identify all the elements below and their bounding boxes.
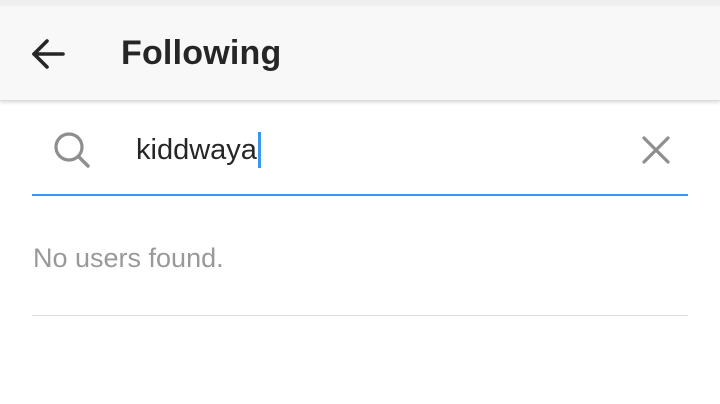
top-app-bar: Following — [0, 0, 720, 101]
text-cursor — [257, 132, 261, 168]
arrow-left-icon — [32, 39, 65, 69]
status-strip — [0, 0, 720, 6]
search-input-value[interactable]: kiddwaya — [136, 130, 257, 170]
close-icon[interactable] — [636, 130, 676, 170]
empty-results-message: No users found. — [33, 243, 224, 273]
page-title: Following — [121, 34, 282, 72]
back-button[interactable] — [22, 30, 74, 78]
divider — [32, 315, 688, 316]
search-icon — [54, 132, 90, 168]
search-bar[interactable]: kiddwaya — [32, 108, 688, 196]
search-input[interactable]: kiddwaya — [136, 126, 261, 174]
